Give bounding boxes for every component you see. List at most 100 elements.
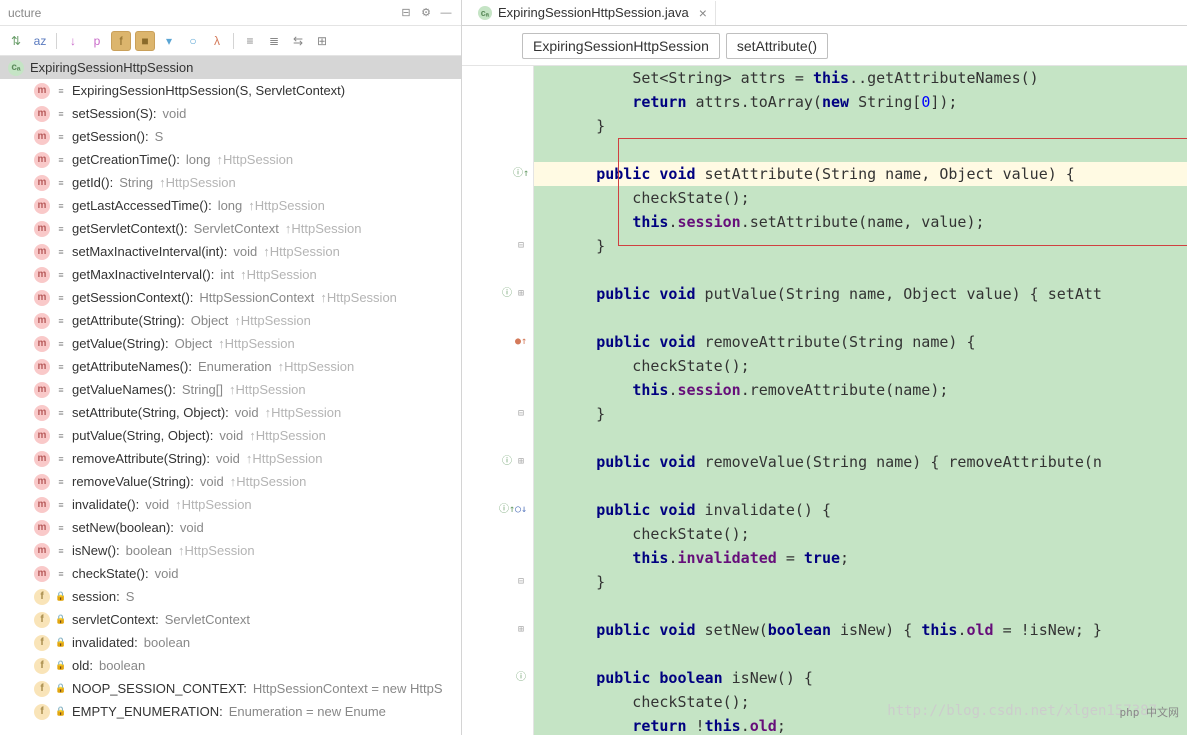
member-row[interactable]: m≡getAttributeNames(): Enumeration ↑Http…: [0, 355, 461, 378]
override-icon[interactable]: ⓘ: [515, 672, 527, 684]
lock-icon: 🔒: [56, 638, 66, 648]
member-type: void: [145, 497, 169, 512]
method-icon: m: [34, 83, 50, 99]
collapse-all-icon[interactable]: ≣: [264, 31, 284, 51]
member-name: getSessionContext():: [72, 290, 193, 305]
code-editor[interactable]: ⓘ↑ ⊟ ⓘ⊞ ●↑ ⊟ ⓘ⊞ ⓘ↑○↓ ⊟ ⊞ ⓘ Set<String> a…: [462, 66, 1187, 735]
structure-panel: ucture ⊟ ⚙ — ⇅ az ↓ p f ■ ▾ ○ λ ≡ ≣ ⇆ ⊞ …: [0, 0, 462, 735]
member-type: Enumeration: [198, 359, 272, 374]
override-icon[interactable]: ⓘ↑: [515, 168, 527, 180]
expand-icon[interactable]: ≡: [240, 31, 260, 51]
member-row[interactable]: m≡getSessionContext(): HttpSessionContex…: [0, 286, 461, 309]
member-row[interactable]: f🔒NOOP_SESSION_CONTEXT: HttpSessionConte…: [0, 677, 461, 700]
member-row[interactable]: m≡getSession(): S: [0, 125, 461, 148]
member-override: ↑HttpSession: [278, 359, 355, 374]
fold-icon[interactable]: ⊟: [515, 576, 527, 588]
modifier-icon: ≡: [56, 132, 66, 142]
member-row[interactable]: m≡getServletContext(): ServletContext ↑H…: [0, 217, 461, 240]
override-icon[interactable]: ⓘ↑: [501, 504, 513, 516]
method-icon: m: [34, 497, 50, 513]
member-row[interactable]: f🔒invalidated: boolean: [0, 631, 461, 654]
member-row[interactable]: m≡getCreationTime(): long ↑HttpSession: [0, 148, 461, 171]
breadcrumb-class[interactable]: ExpiringSessionHttpSession: [522, 33, 720, 59]
member-row[interactable]: m≡getAttribute(String): Object ↑HttpSess…: [0, 309, 461, 332]
member-row[interactable]: m≡invalidate(): void ↑HttpSession: [0, 493, 461, 516]
implement-icon[interactable]: ○↓: [515, 504, 527, 516]
modifier-icon: ≡: [56, 569, 66, 579]
editor-tab[interactable]: cₐ ExpiringSessionHttpSession.java ×: [470, 1, 716, 25]
method-icon: m: [34, 106, 50, 122]
class-row[interactable]: cₐ ExpiringSessionHttpSession: [0, 56, 461, 79]
member-row[interactable]: f🔒EMPTY_ENUMERATION: Enumeration = new E…: [0, 700, 461, 723]
modifier-icon: ≡: [56, 316, 66, 326]
member-override: ↑HttpSession: [218, 336, 295, 351]
property-icon[interactable]: p: [87, 31, 107, 51]
inherited-icon[interactable]: ■: [135, 31, 155, 51]
structure-toolbar: ⇅ az ↓ p f ■ ▾ ○ λ ≡ ≣ ⇆ ⊞: [0, 26, 461, 56]
fold-icon[interactable]: ⊞: [515, 456, 527, 468]
fold-icon[interactable]: ⊞: [515, 624, 527, 636]
lock-icon: 🔒: [56, 661, 66, 671]
member-override: ↑HttpSession: [175, 497, 252, 512]
member-row[interactable]: m≡getValue(String): Object ↑HttpSession: [0, 332, 461, 355]
member-row[interactable]: m≡isNew(): boolean ↑HttpSession: [0, 539, 461, 562]
lambda-icon[interactable]: λ: [207, 31, 227, 51]
fields-icon[interactable]: f: [111, 31, 131, 51]
override-icon[interactable]: ⓘ: [501, 288, 513, 300]
hide-icon[interactable]: —: [439, 6, 453, 20]
override-icon[interactable]: ●↑: [515, 336, 527, 348]
member-row[interactable]: m≡checkState(): void: [0, 562, 461, 585]
autoscroll2-icon[interactable]: ⊞: [312, 31, 332, 51]
visibility-icon[interactable]: ↓: [63, 31, 83, 51]
member-row[interactable]: m≡putValue(String, Object): void ↑HttpSe…: [0, 424, 461, 447]
member-row[interactable]: m≡getId(): String ↑HttpSession: [0, 171, 461, 194]
member-row[interactable]: m≡setAttribute(String, Object): void ↑Ht…: [0, 401, 461, 424]
member-row[interactable]: m≡setNew(boolean): void: [0, 516, 461, 539]
member-name: getSession():: [72, 129, 149, 144]
member-type: void: [200, 474, 224, 489]
member-row[interactable]: f🔒servletContext: ServletContext: [0, 608, 461, 631]
member-override: ↑HttpSession: [240, 267, 317, 282]
field-icon: f: [34, 658, 50, 674]
field-icon: f: [34, 589, 50, 605]
method-icon: m: [34, 198, 50, 214]
member-row[interactable]: m≡removeValue(String): void ↑HttpSession: [0, 470, 461, 493]
member-name: getServletContext():: [72, 221, 188, 236]
sort-icon[interactable]: ⇅: [6, 31, 26, 51]
member-override: ↑HttpSession: [320, 290, 397, 305]
close-icon[interactable]: ×: [699, 5, 707, 21]
settings-icon[interactable]: ⚙: [419, 6, 433, 20]
code-area[interactable]: Set<String> attrs = this..getAttributeNa…: [534, 66, 1187, 735]
member-row[interactable]: m≡getValueNames(): String[] ↑HttpSession: [0, 378, 461, 401]
collapse-icon[interactable]: ⊟: [399, 6, 413, 20]
member-name: invalidate():: [72, 497, 139, 512]
member-row[interactable]: m≡getLastAccessedTime(): long ↑HttpSessi…: [0, 194, 461, 217]
override-icon[interactable]: ⓘ: [501, 456, 513, 468]
member-row[interactable]: m≡ExpiringSessionHttpSession(S, ServletC…: [0, 79, 461, 102]
anon-icon[interactable]: ▾: [159, 31, 179, 51]
member-row[interactable]: m≡removeAttribute(String): void ↑HttpSes…: [0, 447, 461, 470]
member-type: int: [220, 267, 234, 282]
member-row[interactable]: f🔒old: boolean: [0, 654, 461, 677]
method-icon: m: [34, 451, 50, 467]
method-icon: m: [34, 129, 50, 145]
modifier-icon: ≡: [56, 431, 66, 441]
member-row[interactable]: m≡getMaxInactiveInterval(): int ↑HttpSes…: [0, 263, 461, 286]
member-override: ↑HttpSession: [248, 198, 325, 213]
member-name: servletContext:: [72, 612, 159, 627]
member-name: getMaxInactiveInterval():: [72, 267, 214, 282]
member-type: void: [233, 244, 257, 259]
member-type: void: [163, 106, 187, 121]
member-name: setSession(S):: [72, 106, 157, 121]
fold-icon[interactable]: ⊟: [515, 408, 527, 420]
member-row[interactable]: m≡setSession(S): void: [0, 102, 461, 125]
fold-icon[interactable]: ⊞: [515, 288, 527, 300]
fold-icon[interactable]: ⊟: [515, 240, 527, 252]
breadcrumb-method[interactable]: setAttribute(): [726, 33, 828, 59]
lock-icon: 🔒: [56, 592, 66, 602]
interface-icon[interactable]: ○: [183, 31, 203, 51]
autoscroll-icon[interactable]: ⇆: [288, 31, 308, 51]
member-row[interactable]: f🔒session: S: [0, 585, 461, 608]
member-row[interactable]: m≡setMaxInactiveInterval(int): void ↑Htt…: [0, 240, 461, 263]
sort-alpha-icon[interactable]: az: [30, 31, 50, 51]
